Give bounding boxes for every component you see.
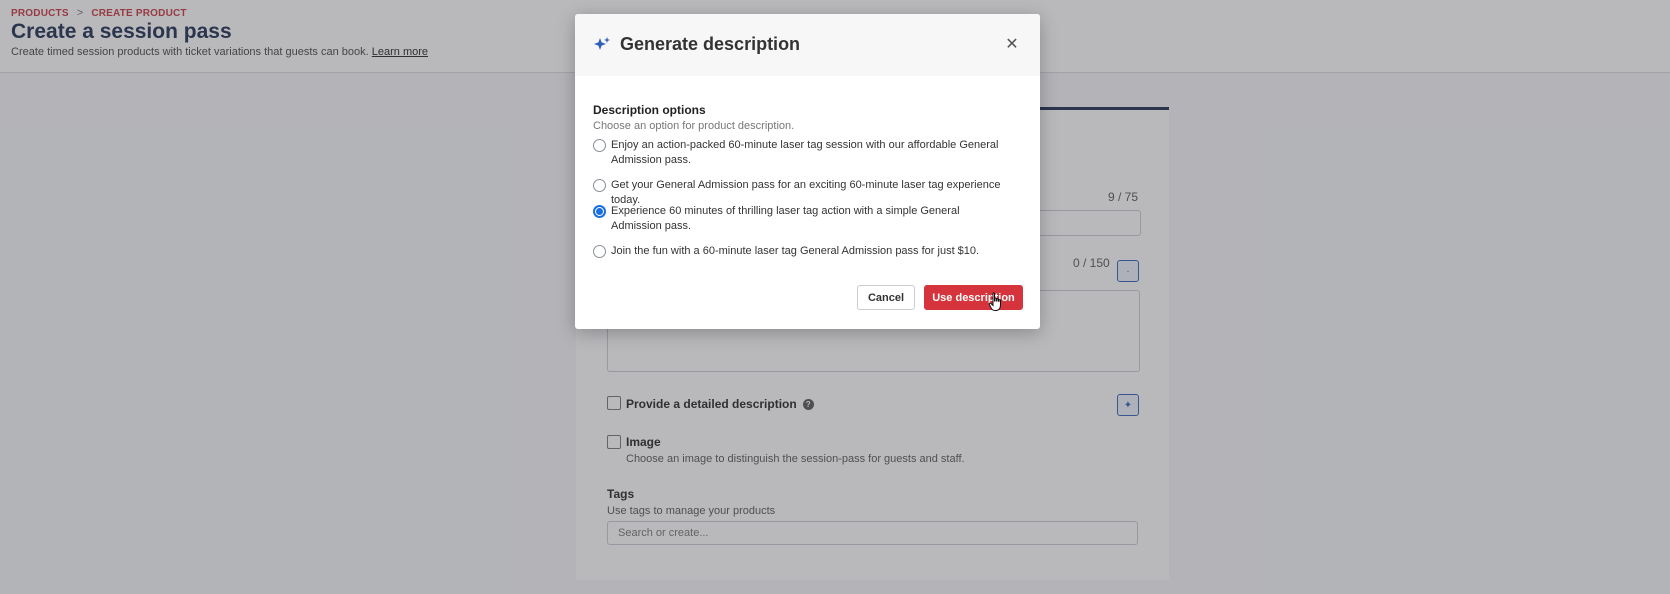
radio-button[interactable]: [593, 179, 606, 192]
hand-cursor-icon: [988, 292, 1001, 311]
description-option-1[interactable]: Enjoy an action-packed 60-minute laser t…: [593, 138, 1011, 168]
generate-description-modal: Generate description ✕ Description optio…: [575, 14, 1040, 329]
description-options-subtitle: Choose an option for product description…: [593, 120, 795, 132]
use-description-button[interactable]: Use description: [924, 285, 1023, 310]
option-text: Join the fun with a 60-minute laser tag …: [611, 245, 980, 257]
option-text: Enjoy an action-packed 60-minute laser t…: [611, 139, 999, 166]
description-options-title: Description options: [593, 103, 706, 117]
radio-button[interactable]: [593, 139, 606, 152]
cancel-button[interactable]: Cancel: [857, 285, 915, 310]
radio-dot: [596, 208, 603, 215]
description-option-4[interactable]: Join the fun with a 60-minute laser tag …: [593, 244, 1011, 259]
radio-button[interactable]: [593, 245, 606, 258]
modal-header: Generate description ✕: [575, 14, 1040, 76]
radio-button-selected[interactable]: [593, 205, 606, 218]
modal-title: Generate description: [620, 34, 801, 54]
close-icon[interactable]: ✕: [1004, 37, 1020, 53]
description-option-3[interactable]: Experience 60 minutes of thrilling laser…: [593, 204, 1011, 234]
sparkle-icon: [594, 37, 610, 50]
option-text: Experience 60 minutes of thrilling laser…: [611, 205, 960, 232]
